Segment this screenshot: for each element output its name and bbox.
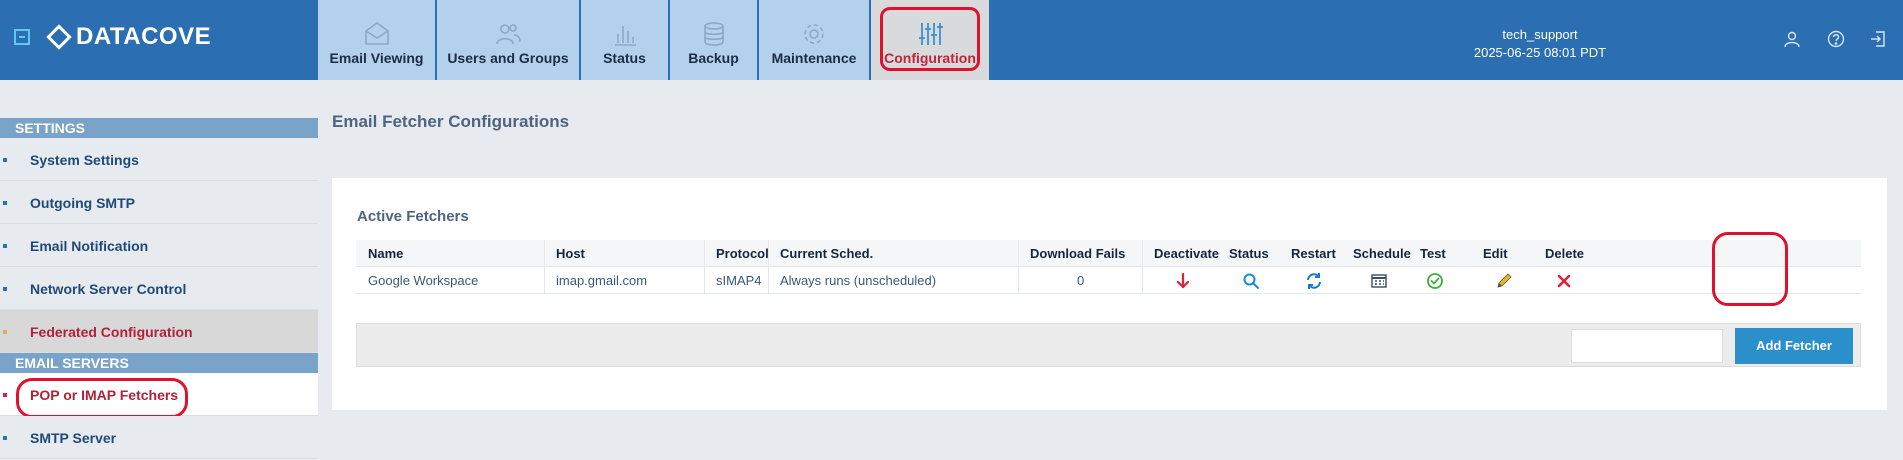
table-row: Google Workspace imap.gmail.com sIMAP4 A… (356, 267, 1861, 294)
gear-icon (804, 24, 824, 44)
datetime: 2025-06-25 08:01 PDT (1473, 45, 1607, 60)
bullet-icon (3, 287, 7, 291)
status-search-icon[interactable] (1242, 272, 1260, 290)
tab-label: Status (603, 50, 646, 66)
bullet-icon (3, 244, 7, 248)
table-footer-bar: Add Fetcher (356, 323, 1861, 367)
tab-configuration[interactable]: Configuration (871, 0, 989, 80)
main-tabs: Email Viewing Users and Groups Status Ba… (318, 0, 989, 80)
fetcher-host: imap.gmail.com (556, 273, 648, 288)
column-divider (1018, 240, 1019, 294)
brand-name: DATACOVE (76, 23, 212, 50)
sidebar-item-label: Network Server Control (30, 281, 187, 297)
column-header-current-schedule[interactable]: Current Sched. (780, 240, 873, 267)
fetcher-name: Google Workspace (368, 273, 479, 288)
users-icon (496, 24, 521, 45)
column-header-host[interactable]: Host (556, 240, 585, 267)
tab-users-and-groups[interactable]: Users and Groups (437, 0, 579, 80)
fetcher-name-input[interactable] (1571, 329, 1723, 363)
page-title: Email Fetcher Configurations (332, 112, 570, 131)
user-info: tech_support 2025-06-25 08:01 PDT (1400, 26, 1680, 62)
sidebar-item-pop-imap-fetchers[interactable]: POP or IMAP Fetchers (0, 373, 318, 418)
edit-pencil-icon[interactable] (1495, 272, 1513, 290)
column-divider (1142, 240, 1143, 294)
column-header-download-fails[interactable]: Download Fails (1030, 240, 1125, 267)
tab-label: Backup (688, 50, 739, 66)
sidebar-item-email-notification[interactable]: Email Notification (0, 224, 318, 267)
collapse-menu-icon[interactable] (14, 29, 30, 45)
database-icon (703, 22, 724, 46)
email-servers-section-header: EMAIL SERVERS (0, 353, 318, 373)
bullet-icon (3, 158, 7, 162)
tab-backup[interactable]: Backup (670, 0, 757, 80)
column-header-deactivate: Deactivate (1154, 246, 1220, 261)
restart-refresh-icon[interactable] (1305, 272, 1323, 290)
brand-logo[interactable]: DATACOVE (46, 22, 212, 52)
sidebar-item-label: Email Notification (30, 238, 149, 254)
fetcher-download-fails: 0 (1077, 273, 1085, 288)
bullet-icon (3, 330, 7, 334)
diamond-logo-icon (46, 24, 72, 50)
column-header-delete: Delete (1545, 246, 1585, 261)
column-header-protocol[interactable]: Protocol (716, 240, 769, 267)
sliders-icon (919, 23, 943, 45)
tab-label: Email Viewing (329, 50, 424, 66)
sidebar-item-label: Federated Configuration (30, 324, 193, 340)
test-check-icon[interactable] (1426, 272, 1444, 290)
schedule-calendar-icon[interactable] (1370, 272, 1388, 290)
sidebar-item-outgoing-smtp[interactable]: Outgoing SMTP (0, 181, 318, 224)
sidebar-item-label: SMTP Server (30, 430, 117, 446)
column-divider (704, 240, 705, 294)
tab-status[interactable]: Status (581, 0, 668, 80)
bullet-icon (3, 201, 7, 205)
column-header-schedule: Schedule (1353, 246, 1411, 261)
bullet-icon (3, 436, 7, 440)
top-navigation-bar: DATACOVE Email Viewing Users and Groups … (0, 0, 1903, 80)
sidebar-item-label: System Settings (30, 152, 139, 168)
help-icon[interactable] (1827, 30, 1845, 48)
tab-label: Maintenance (771, 50, 857, 66)
logout-icon[interactable] (1869, 30, 1887, 48)
highlight-circle (16, 378, 188, 418)
user-icon[interactable] (1783, 30, 1801, 48)
sidebar: SETTINGS System Settings Outgoing SMTP E… (0, 118, 318, 459)
sidebar-item-label: Outgoing SMTP (30, 195, 135, 211)
active-fetchers-title: Active Fetchers (357, 208, 469, 225)
fetchers-panel: Active Fetchers Name Host Protocol Curre… (332, 178, 1887, 410)
table-header-row: Name Host Protocol Current Sched. Downlo… (356, 240, 1861, 267)
deactivate-arrow-down-icon[interactable] (1174, 272, 1192, 290)
bullet-icon (3, 393, 7, 397)
column-header-restart: Restart (1291, 246, 1336, 261)
column-header-name[interactable]: Name (368, 240, 403, 267)
delete-x-icon[interactable] (1555, 272, 1573, 290)
sidebar-item-federated-configuration[interactable]: Federated Configuration (0, 310, 318, 353)
fetchers-table: Name Host Protocol Current Sched. Downlo… (356, 240, 1861, 294)
username: tech_support (1502, 27, 1578, 42)
column-header-status: Status (1229, 246, 1269, 261)
sidebar-item-network-server-control[interactable]: Network Server Control (0, 267, 318, 310)
column-header-edit: Edit (1483, 246, 1508, 261)
column-header-test: Test (1420, 246, 1446, 261)
bar-chart-icon (614, 26, 636, 46)
sidebar-item-smtp-server[interactable]: SMTP Server (0, 416, 318, 459)
add-fetcher-button[interactable]: Add Fetcher (1735, 328, 1853, 364)
column-divider (768, 240, 769, 294)
fetcher-protocol: sIMAP4 (716, 273, 762, 288)
fetcher-schedule: Always runs (unscheduled) (780, 273, 937, 288)
column-divider (544, 240, 545, 294)
tab-label: Users and Groups (447, 50, 569, 66)
envelope-icon (364, 22, 389, 45)
tab-maintenance[interactable]: Maintenance (759, 0, 869, 80)
tab-email-viewing[interactable]: Email Viewing (318, 0, 435, 80)
sidebar-item-system-settings[interactable]: System Settings (0, 138, 318, 181)
settings-section-header: SETTINGS (0, 118, 318, 138)
highlight-circle (1712, 232, 1788, 306)
